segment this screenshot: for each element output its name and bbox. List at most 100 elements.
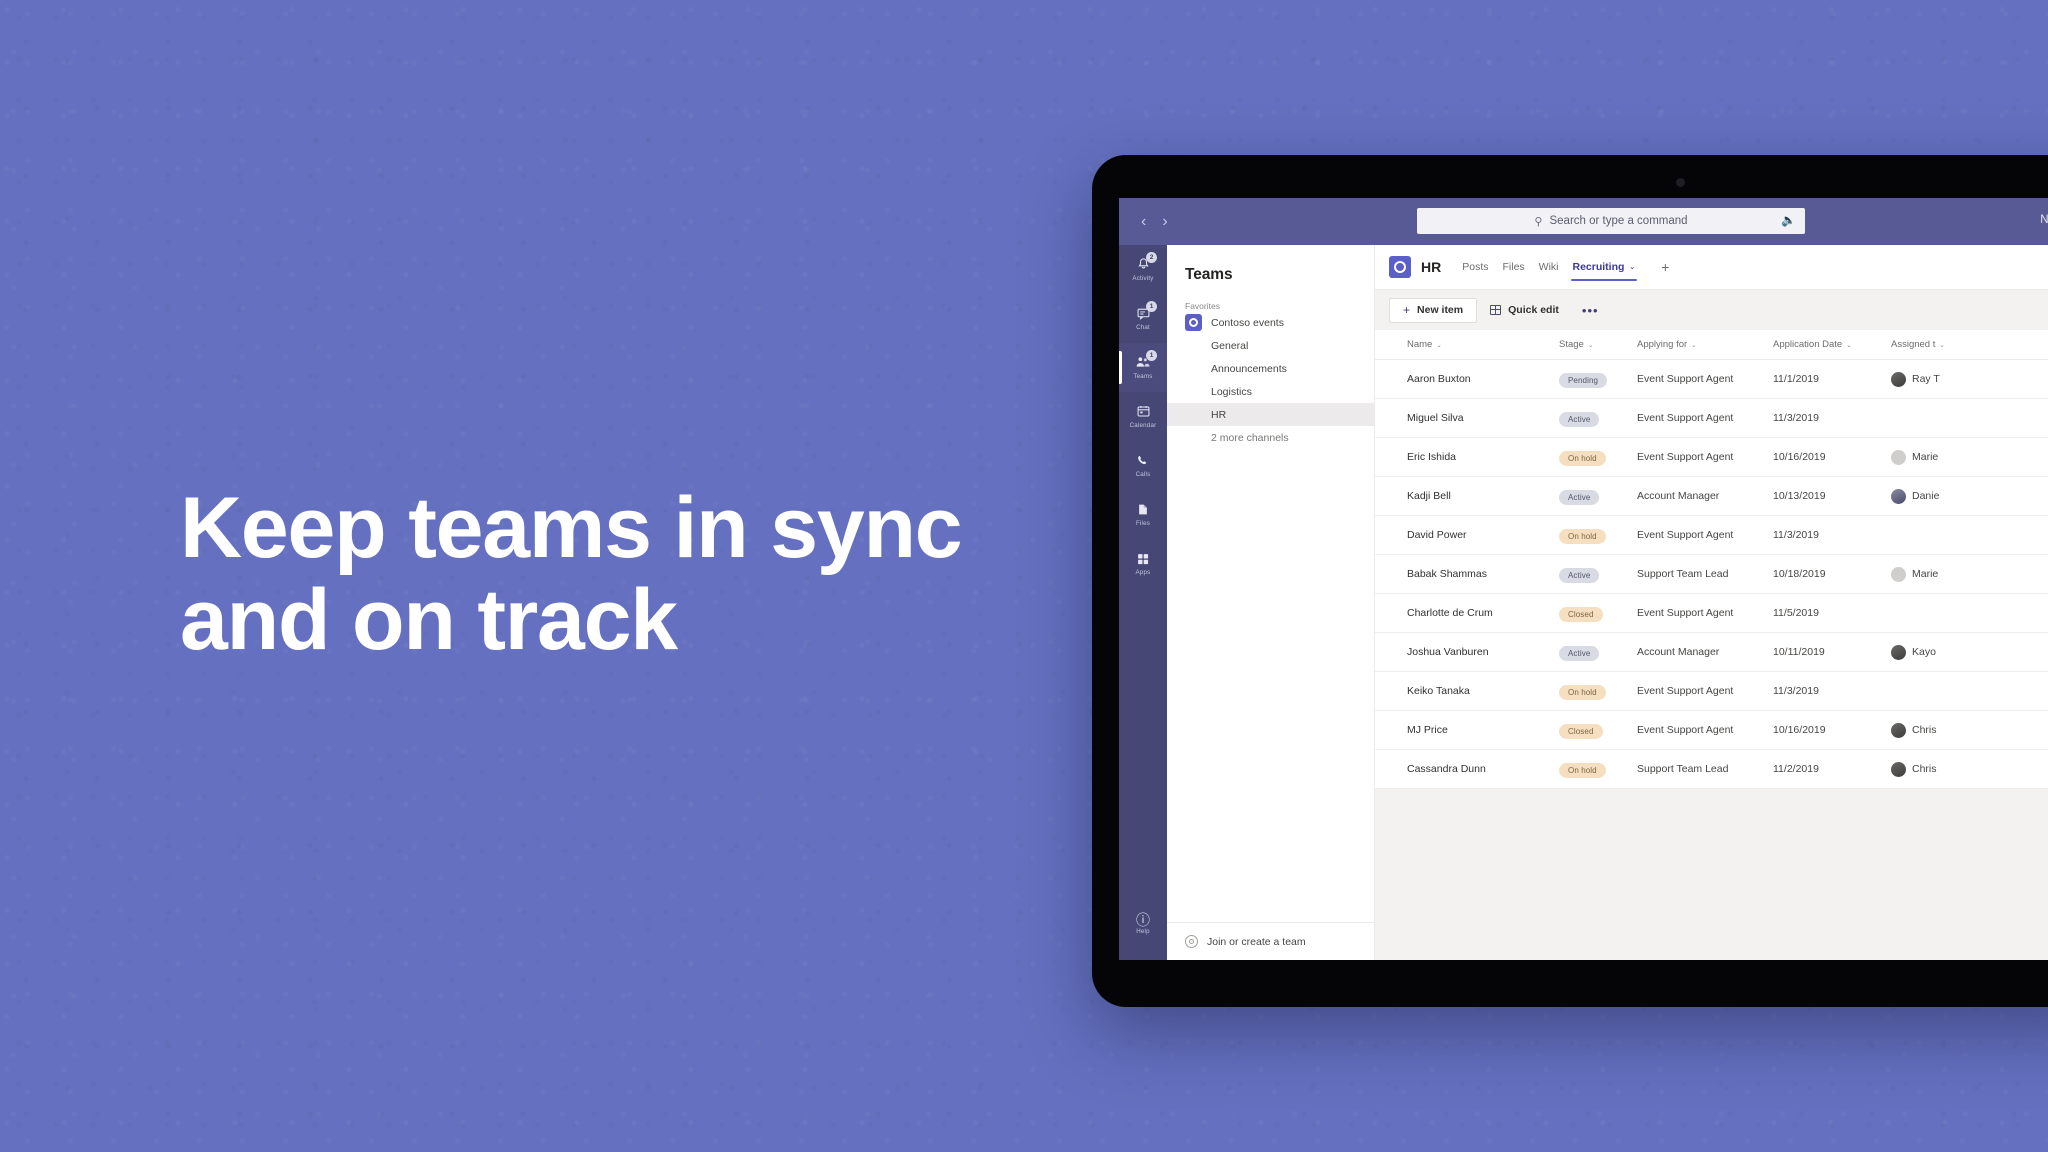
microphone-icon[interactable]: 🔈	[1781, 213, 1796, 227]
tab-label: Files	[1502, 261, 1525, 273]
sidebar-item-activity[interactable]: Activity 2	[1119, 245, 1167, 294]
cell-stage: Active	[1559, 409, 1637, 427]
sidebar-item-files[interactable]: Files	[1119, 490, 1167, 539]
table-row[interactable]: Joshua Vanburen Active Account Manager 10/1…	[1375, 633, 2048, 672]
channel-item-logistics[interactable]: Logistics	[1167, 380, 1374, 403]
chevron-down-icon[interactable]: ⌄	[1846, 341, 1851, 349]
table-row[interactable]: Charlotte de Crum Closed Event Support Age…	[1375, 594, 2048, 633]
column-header-applying-for[interactable]: Applying for ⌄	[1637, 339, 1773, 350]
chevron-down-icon[interactable]: ⌄	[1691, 341, 1696, 349]
favorites-section-label: Favorites	[1185, 301, 1220, 311]
new-item-button[interactable]: + New item	[1389, 297, 1478, 323]
cell-applying-for: Event Support Agent	[1637, 685, 1734, 697]
cell-name: Cassandra Dunn	[1407, 763, 1486, 775]
cell-application-date: 10/16/2019	[1773, 451, 1826, 463]
status-badge: On hold	[1559, 451, 1606, 466]
column-header-application-date[interactable]: Application Date ⌄	[1773, 339, 1891, 350]
rail-item-label: Apps	[1135, 568, 1151, 576]
new-item-label: New item	[1417, 304, 1464, 316]
avatar	[1891, 644, 1906, 660]
cell-name: MJ Price	[1407, 724, 1448, 736]
avatar	[1891, 566, 1906, 582]
cell-assigned-to: Marie	[1891, 566, 2048, 582]
table-body: Aaron Buxton Pending Event Support Agent 11…	[1375, 360, 2048, 789]
status-badge: Active	[1559, 568, 1600, 583]
notification-badge: 1	[1146, 350, 1157, 361]
channel-item-hr[interactable]: HR	[1167, 403, 1374, 426]
ellipsis-icon[interactable]: •••	[1572, 304, 1609, 317]
sidebar-item-calls[interactable]: Calls	[1119, 441, 1167, 490]
channel-item-general[interactable]: General	[1167, 334, 1374, 357]
back-arrow-icon[interactable]: ‹	[1141, 213, 1146, 230]
quick-edit-button[interactable]: Quick edit	[1479, 298, 1570, 323]
chevron-down-icon[interactable]: ⌄	[1436, 341, 1441, 349]
cell-applying-for: Support Team Lead	[1637, 763, 1729, 775]
forward-arrow-icon[interactable]: ›	[1162, 213, 1167, 230]
sidebar-item-teams[interactable]: Teams 1	[1119, 343, 1167, 392]
status-badge: On hold	[1559, 529, 1606, 544]
cell-applying-for: Event Support Agent	[1637, 724, 1734, 736]
cell-application-date: 10/18/2019	[1773, 568, 1826, 580]
sidebar-item-apps[interactable]: Apps	[1119, 539, 1167, 588]
table-row[interactable]: Eric Ishida On hold Event Support Agent 10/…	[1375, 438, 2048, 477]
column-header-label: Name	[1407, 339, 1433, 350]
team-item-contoso-events[interactable]: Contoso events	[1167, 311, 1374, 334]
chevron-down-icon[interactable]: ⌄	[1629, 263, 1635, 271]
channel-item-announcements[interactable]: Announcements	[1167, 357, 1374, 380]
column-header-name[interactable]: Name ⌄	[1407, 339, 1559, 350]
cell-stage: Active	[1559, 487, 1637, 505]
column-header-stage[interactable]: Stage ⌄	[1559, 339, 1637, 350]
sidebar-item-help[interactable]: ⓘ Help	[1119, 899, 1167, 948]
tab-wiki[interactable]: Wiki	[1532, 245, 1566, 290]
cell-applying-for: Account Manager	[1637, 490, 1720, 502]
table-row[interactable]: Babak Shammas Active Support Team Lead 10/1…	[1375, 555, 2048, 594]
channel-label: General	[1211, 339, 1249, 352]
tab-label: Wiki	[1538, 261, 1559, 273]
join-or-create-team-button[interactable]: Join or create a team	[1167, 922, 1374, 960]
avatar	[1891, 722, 1906, 738]
table-row[interactable]: Keiko Tanaka On hold Event Support Agent 11…	[1375, 672, 2048, 711]
table-row[interactable]: Miguel Silva Active Event Support Agent 11/…	[1375, 399, 2048, 438]
status-badge: Closed	[1559, 607, 1603, 622]
organization-name: Northwind T	[2040, 214, 2048, 226]
channel-list: General Announcements Logistics HR 2 more ch…	[1167, 334, 1374, 449]
slide-canvas: Keep teams in sync and on track ‹ › ⚲ Se…	[0, 0, 2048, 1152]
cell-name: Kadji Bell	[1407, 490, 1451, 502]
rail-item-label: Teams	[1133, 373, 1153, 380]
cell-applying-for: Event Support Agent	[1637, 529, 1734, 541]
chevron-down-icon[interactable]: ⌄	[1939, 341, 1944, 349]
tab-files[interactable]: Files	[1496, 245, 1532, 290]
help-circle-icon: ⓘ	[1136, 911, 1150, 928]
cell-applying-for: Event Support Agent	[1637, 451, 1734, 463]
add-tab-button[interactable]: +	[1652, 259, 1678, 275]
cell-name: Charlotte de Crum	[1407, 607, 1493, 619]
rail-item-label: Help	[1136, 927, 1150, 935]
table-row[interactable]: David Power On hold Event Support Agent 11/…	[1375, 516, 2048, 555]
quick-edit-label: Quick edit	[1508, 304, 1559, 316]
search-input[interactable]: ⚲ Search or type a command 🔈	[1417, 208, 1805, 234]
table-row[interactable]: Kadji Bell Active Account Manager 10/13/201…	[1375, 477, 2048, 516]
table-row[interactable]: Aaron Buxton Pending Event Support Agent 11…	[1375, 360, 2048, 399]
channel-item-2-more-channels[interactable]: 2 more channels	[1167, 426, 1374, 449]
channel-label: 2 more channels	[1211, 431, 1289, 444]
help-item[interactable]: ⓘ Help	[1119, 899, 1167, 948]
cell-assigned-to: Marie	[1891, 449, 2048, 465]
sidebar-item-chat[interactable]: Chat 1	[1119, 294, 1167, 343]
table-row[interactable]: MJ Price Closed Event Support Agent 10/16/2…	[1375, 711, 2048, 750]
app-rail-items: Activity 2 Chat 1 Teams 1 Calendar Calls Files Ap…	[1119, 245, 1167, 588]
cell-stage: On hold	[1559, 526, 1637, 544]
column-header-label: Assigned t	[1891, 339, 1936, 350]
table-row[interactable]: Cassandra Dunn On hold Support Team Lead 11…	[1375, 750, 2048, 789]
column-header-assigned-to[interactable]: Assigned t ⌄	[1891, 339, 2048, 350]
device-screen: ‹ › ⚲ Search or type a command 🔈 Northwi…	[1119, 198, 2048, 960]
items-table: Name ⌄ Stage ⌄ Applying for ⌄ Application Date…	[1375, 330, 2048, 789]
cell-name: Joshua Vanburen	[1407, 646, 1489, 658]
cell-name: Keiko Tanaka	[1407, 685, 1470, 697]
chevron-down-icon[interactable]: ⌄	[1588, 341, 1593, 349]
cell-applying-for: Support Team Lead	[1637, 568, 1729, 580]
channel-label: HR	[1211, 408, 1227, 421]
teams-panel-title: Teams	[1185, 266, 1233, 283]
tab-recruiting[interactable]: Recruiting ⌄	[1566, 245, 1643, 290]
sidebar-item-calendar[interactable]: Calendar	[1119, 392, 1167, 441]
tab-posts[interactable]: Posts	[1455, 245, 1495, 290]
